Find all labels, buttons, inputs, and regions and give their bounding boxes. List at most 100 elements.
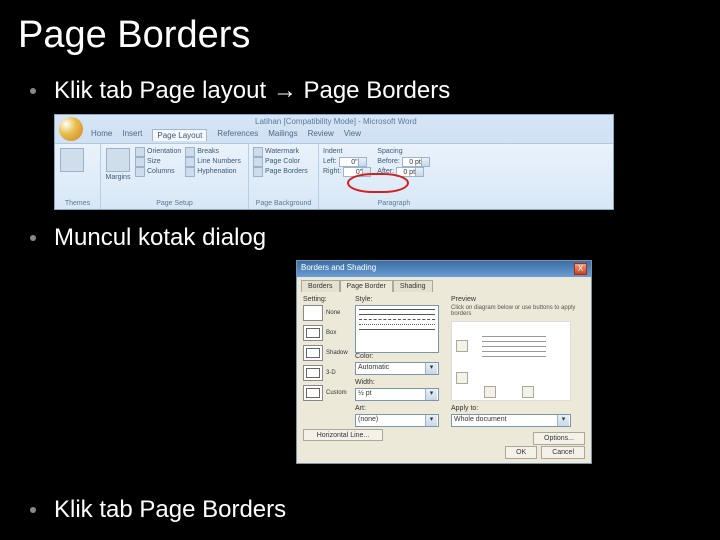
line-numbers-item: Line Numbers	[185, 157, 241, 167]
bullet-1-post: Page Borders	[297, 77, 450, 104]
orientation-item: Orientation	[135, 147, 181, 157]
tab-review: Review	[308, 129, 334, 141]
cancel-button: Cancel	[541, 446, 585, 459]
setting-custom: Custom	[303, 385, 349, 401]
slide-title: Page Borders	[0, 0, 720, 57]
spacing-before-value: 0 pt	[402, 157, 430, 167]
size-icon	[135, 157, 145, 167]
bullet-2: Muncul kotak dialog	[30, 222, 720, 253]
style-column: Style: Color: Automatic Width: ½ pt Art:…	[355, 296, 445, 442]
setting-shadow-icon	[303, 345, 323, 361]
setting-box: Box	[303, 325, 349, 341]
dialog-tabs: Borders Page Border Shading	[297, 277, 591, 292]
indent-right: Right: 0"	[323, 167, 371, 177]
horizontal-line-button: Horizontal Line...	[303, 429, 383, 441]
art-select: (none)	[355, 414, 439, 427]
indent-label: Indent	[323, 147, 371, 157]
indent-right-value: 0"	[343, 167, 371, 177]
style-label: Style:	[355, 296, 445, 303]
indent-left: Left: 0"	[323, 157, 371, 167]
hyphenation-item: Hyphenation	[185, 167, 241, 177]
preview-left-btn	[484, 386, 496, 398]
width-select: ½ pt	[355, 388, 439, 401]
dialog-tab-page-border: Page Border	[340, 280, 393, 292]
preview-right-btn	[522, 386, 534, 398]
borders-shading-dialog: Borders and Shading X Borders Page Borde…	[296, 260, 592, 464]
dialog-tab-borders: Borders	[301, 280, 340, 292]
setting-column: Setting: None Box Shadow 3-D Custom	[303, 296, 349, 442]
dialog-titlebar: Borders and Shading X	[297, 261, 591, 277]
bullet-1-pre: Klik tab Page layout	[54, 77, 273, 104]
office-orb-icon	[59, 117, 83, 141]
apply-to-label: Apply to:	[451, 405, 585, 412]
tab-home: Home	[91, 129, 112, 141]
spacing-after-value: 0 pt	[396, 167, 424, 177]
bullet-3-text: Klik tab Page Borders	[54, 494, 286, 525]
preview-top-btn	[456, 340, 468, 352]
group-paragraph: Indent Left: 0" Right: 0" Spacing Before…	[319, 144, 469, 209]
preview-column: Preview Click on diagram below or use bu…	[451, 296, 585, 442]
spacing-after: After: 0 pt	[377, 167, 430, 177]
size-item: Size	[135, 157, 181, 167]
spacing-before: Before: 0 pt	[377, 157, 430, 167]
tab-page-layout: Page Layout	[152, 129, 207, 141]
setting-3d-icon	[303, 365, 323, 381]
preview-box	[451, 321, 571, 401]
dialog-title: Borders and Shading	[301, 263, 376, 275]
close-icon: X	[574, 263, 587, 275]
preview-label: Preview	[451, 296, 585, 303]
bullet-icon	[30, 507, 36, 513]
page-borders-item: Page Borders	[253, 167, 314, 177]
indent-left-value: 0"	[339, 157, 367, 167]
group-page-setup: Margins Orientation Size Columns Breaks …	[101, 144, 249, 209]
tab-mailings: Mailings	[268, 129, 297, 141]
dialog-tab-shading: Shading	[393, 280, 433, 292]
preview-bottom-btn	[456, 372, 468, 384]
orientation-icon	[135, 147, 145, 157]
tab-insert: Insert	[122, 129, 142, 141]
style-listbox	[355, 305, 439, 353]
dialog-footer: OK Cancel	[505, 446, 585, 459]
preview-lines	[482, 336, 546, 361]
bullet-1: Klik tab Page layout → Page Borders	[30, 75, 720, 106]
group-themes: Themes	[55, 144, 101, 209]
preview-hint: Click on diagram below or use buttons to…	[451, 305, 585, 317]
setting-3d: 3-D	[303, 365, 349, 381]
setting-none: None	[303, 305, 349, 321]
spacing-label: Spacing	[377, 147, 430, 157]
page-color-icon	[253, 157, 263, 167]
breaks-icon	[185, 147, 195, 157]
hyphenation-icon	[185, 167, 195, 177]
arrow-icon: →	[273, 77, 297, 104]
bullet-1-text: Klik tab Page layout → Page Borders	[54, 75, 450, 106]
group-paragraph-label: Paragraph	[323, 200, 465, 207]
page-color-item: Page Color	[253, 157, 314, 167]
bullet-2-text: Muncul kotak dialog	[54, 222, 266, 253]
width-label: Width:	[355, 379, 445, 386]
setting-label: Setting:	[303, 296, 349, 303]
apply-to-select: Whole document	[451, 414, 571, 427]
page-borders-icon	[253, 167, 263, 177]
bullet-icon	[30, 235, 36, 241]
art-label: Art:	[355, 405, 445, 412]
setting-box-icon	[303, 325, 323, 341]
ok-button: OK	[505, 446, 537, 459]
word-ribbon-screenshot: Latihan [Compatibility Mode] - Microsoft…	[54, 114, 614, 210]
setting-custom-icon	[303, 385, 323, 401]
setting-none-icon	[303, 305, 323, 321]
tab-references: References	[217, 129, 258, 141]
group-page-setup-label: Page Setup	[105, 200, 244, 207]
breaks-item: Breaks	[185, 147, 241, 157]
columns-icon	[135, 167, 145, 177]
watermark-icon	[253, 147, 263, 157]
color-select: Automatic	[355, 362, 439, 375]
group-page-background: Watermark Page Color Page Borders Page B…	[249, 144, 319, 209]
ribbon-body: Themes Margins Orientation Size Columns …	[55, 143, 613, 209]
group-themes-label: Themes	[59, 200, 96, 207]
color-label: Color:	[355, 353, 445, 360]
ribbon-window-title: Latihan [Compatibility Mode] - Microsoft…	[255, 117, 417, 126]
margins-icon	[106, 148, 130, 172]
margins-label: Margins	[106, 173, 131, 183]
ribbon-tabs: Home Insert Page Layout References Maili…	[91, 129, 361, 141]
bullet-icon	[30, 88, 36, 94]
